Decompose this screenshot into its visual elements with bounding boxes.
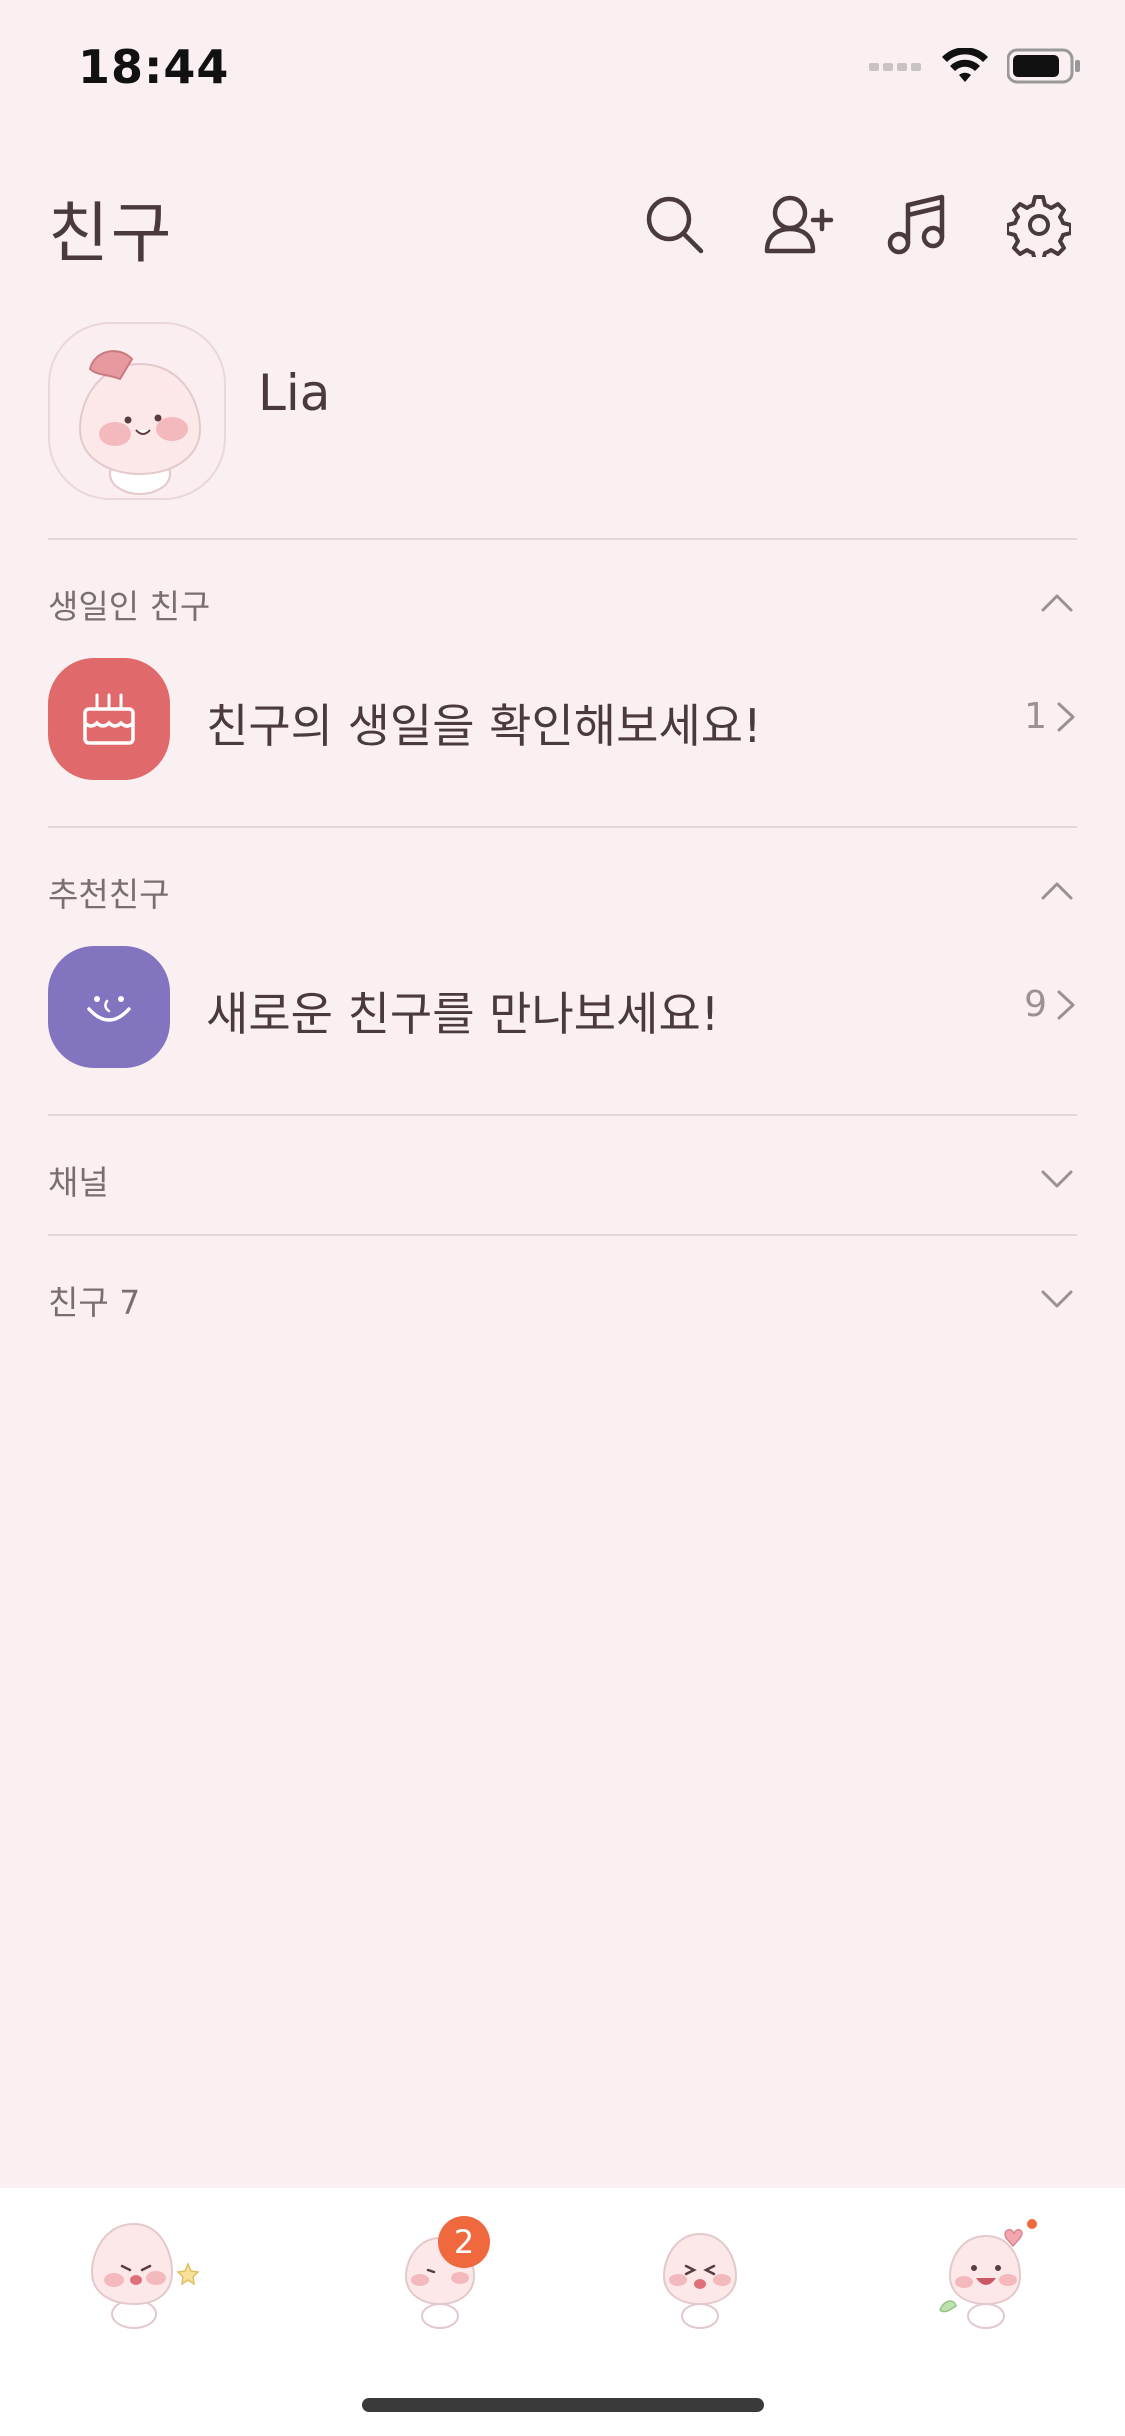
section-label-recommended: 추천친구 [48, 875, 170, 914]
music-icon [887, 194, 945, 255]
view-tab-icon [662, 2232, 738, 2329]
settings-button[interactable] [1002, 188, 1076, 262]
divider [48, 1234, 1077, 1236]
status-time: 18:44 [78, 40, 230, 94]
status-icons [869, 48, 1081, 84]
wifi-icon [942, 48, 988, 82]
page-title: 친구 [48, 195, 174, 272]
tab-friends[interactable] [76, 2206, 206, 2336]
birthday-icon-tile[interactable] [48, 658, 170, 780]
signal-icon [869, 63, 921, 71]
chats-unread-badge: 2 [438, 2216, 490, 2268]
birthday-row-text[interactable]: 친구의 생일을 확인해보세요! [206, 690, 762, 756]
divider [48, 538, 1077, 540]
tab-more[interactable] [920, 2206, 1050, 2336]
birthday-count-value: 1 [1024, 696, 1047, 737]
friends-tab-icon [90, 2222, 200, 2329]
profile-name[interactable]: Lia [258, 364, 330, 422]
add-friend-icon [764, 195, 834, 254]
chevron-up-icon [1041, 594, 1073, 612]
tab-view[interactable] [634, 2206, 764, 2336]
collapse-birthday-button[interactable] [1037, 582, 1077, 622]
add-friend-button[interactable] [762, 188, 836, 262]
recommend-count[interactable]: 9 [1024, 984, 1077, 1025]
more-tab-icon [939, 2219, 1037, 2329]
expand-friends-button[interactable] [1037, 1278, 1077, 1318]
recommend-row-text[interactable]: 새로운 친구를 만나보세요! [206, 978, 719, 1044]
chats-tab-icon [404, 2236, 476, 2329]
collapse-recommended-button[interactable] [1037, 870, 1077, 910]
peach-character-icon [78, 350, 202, 495]
cake-icon [83, 693, 135, 745]
recommend-icon-tile[interactable] [48, 946, 170, 1068]
tab-chats[interactable] [376, 2206, 506, 2336]
chevron-right-icon [1057, 702, 1075, 731]
chevron-right-icon [1057, 990, 1075, 1019]
home-indicator [362, 2398, 764, 2412]
recommend-count-value: 9 [1024, 984, 1047, 1025]
section-label-friends[interactable]: 친구 7 [48, 1276, 140, 1324]
section-label-channel[interactable]: 채널 [48, 1156, 109, 1204]
expand-channel-button[interactable] [1037, 1158, 1077, 1198]
chevron-down-icon [1041, 1170, 1073, 1188]
divider [48, 826, 1077, 828]
chevron-down-icon [1041, 1290, 1073, 1308]
search-button[interactable] [638, 188, 712, 262]
section-label-birthday: 생일인 친구 [48, 587, 211, 626]
music-button[interactable] [880, 188, 954, 262]
divider [48, 1114, 1077, 1116]
search-icon [646, 196, 704, 254]
chevron-up-icon [1041, 882, 1073, 900]
profile-avatar[interactable] [48, 322, 226, 500]
battery-icon [1007, 48, 1080, 84]
settings-icon [1007, 195, 1071, 257]
birthday-count[interactable]: 1 [1024, 696, 1077, 737]
smile-face-icon [87, 996, 131, 1022]
